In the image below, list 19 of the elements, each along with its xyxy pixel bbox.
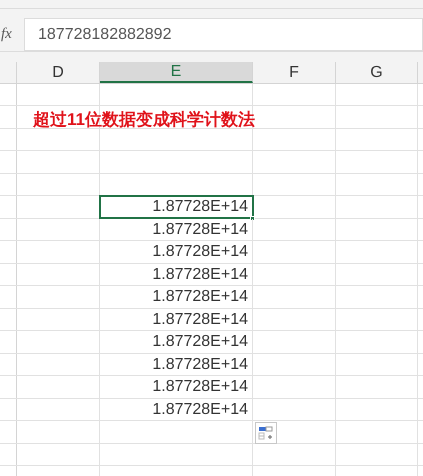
- formula-input[interactable]: 187728182882892: [24, 18, 423, 51]
- paste-options-button[interactable]: [255, 422, 277, 444]
- cell-value: 1.87728E+14: [152, 377, 249, 397]
- cell-value: 1.87728E+14: [152, 242, 249, 262]
- cell-value: 1.87728E+14: [152, 287, 249, 307]
- cell-value: 1.87728E+14: [152, 400, 249, 420]
- function-label[interactable]: fx: [0, 18, 24, 51]
- cell-value: 1.87728E+14: [152, 264, 249, 284]
- column-header[interactable]: F: [253, 62, 336, 83]
- cell-value: 1.87728E+14: [152, 332, 249, 352]
- paste-options-icon: [258, 426, 274, 440]
- cell-value: 1.87728E+14: [152, 220, 249, 240]
- column-header[interactable]: E: [100, 62, 253, 83]
- cell-value: 1.87728E+14: [152, 197, 249, 217]
- cell-value: 1.87728E+14: [152, 354, 249, 374]
- column-header[interactable]: G: [336, 62, 418, 83]
- fill-handle[interactable]: [250, 216, 255, 221]
- cell-value: 1.87728E+14: [152, 310, 249, 330]
- title-note: 超过11位数据变成科学计数法: [33, 109, 255, 131]
